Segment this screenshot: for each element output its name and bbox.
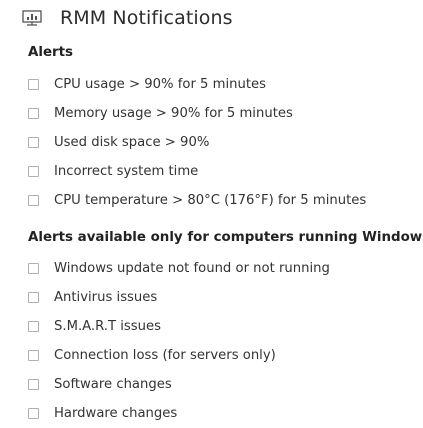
- checkbox[interactable]: [28, 263, 39, 274]
- section-title-windows-alerts: Alerts available only for computers runn…: [28, 230, 423, 245]
- checkbox[interactable]: [28, 292, 39, 303]
- alert-option-smart[interactable]: S.M.A.R.T issues: [28, 312, 330, 341]
- option-label: S.M.A.R.T issues: [54, 319, 161, 334]
- alert-option-hardware-changes[interactable]: Hardware changes: [28, 399, 330, 428]
- alerts-list: CPU usage > 90% for 5 minutes Memory usa…: [28, 70, 366, 215]
- alert-option-cpu-temperature[interactable]: CPU temperature > 80°C (176°F) for 5 min…: [28, 186, 366, 215]
- alert-option-cpu-usage[interactable]: CPU usage > 90% for 5 minutes: [28, 70, 366, 99]
- option-label: CPU usage > 90% for 5 minutes: [54, 77, 267, 92]
- alert-option-antivirus[interactable]: Antivirus issues: [28, 283, 330, 312]
- page-header: RMM Notifications: [22, 4, 233, 32]
- checkbox[interactable]: [28, 79, 39, 90]
- checkbox[interactable]: [28, 321, 39, 332]
- option-label: CPU temperature > 80°C (176°F) for 5 min…: [54, 193, 367, 208]
- monitor-chart-icon: [22, 10, 42, 26]
- option-label: Connection loss (for servers only): [54, 348, 276, 363]
- option-label: Used disk space > 90%: [54, 135, 210, 150]
- alert-option-memory-usage[interactable]: Memory usage > 90% for 5 minutes: [28, 99, 366, 128]
- checkbox[interactable]: [28, 350, 39, 361]
- alert-option-system-time[interactable]: Incorrect system time: [28, 157, 366, 186]
- alert-option-disk-space[interactable]: Used disk space > 90%: [28, 128, 366, 157]
- checkbox[interactable]: [28, 166, 39, 177]
- section-title-alerts: Alerts: [28, 45, 74, 60]
- option-label: Software changes: [54, 377, 172, 392]
- checkbox[interactable]: [28, 108, 39, 119]
- checkbox[interactable]: [28, 408, 39, 419]
- alert-option-connection-loss[interactable]: Connection loss (for servers only): [28, 341, 330, 370]
- option-label: Windows update not found or not running: [54, 261, 330, 276]
- page-title: RMM Notifications: [60, 7, 233, 29]
- alert-option-software-changes[interactable]: Software changes: [28, 370, 330, 399]
- alert-option-windows-update[interactable]: Windows update not found or not running: [28, 254, 330, 283]
- checkbox[interactable]: [28, 379, 39, 390]
- option-label: Memory usage > 90% for 5 minutes: [54, 106, 293, 121]
- option-label: Hardware changes: [54, 406, 178, 421]
- option-label: Antivirus issues: [54, 290, 158, 305]
- windows-alerts-list: Windows update not found or not running …: [28, 254, 330, 428]
- checkbox[interactable]: [28, 137, 39, 148]
- checkbox[interactable]: [28, 195, 39, 206]
- option-label: Incorrect system time: [54, 164, 199, 179]
